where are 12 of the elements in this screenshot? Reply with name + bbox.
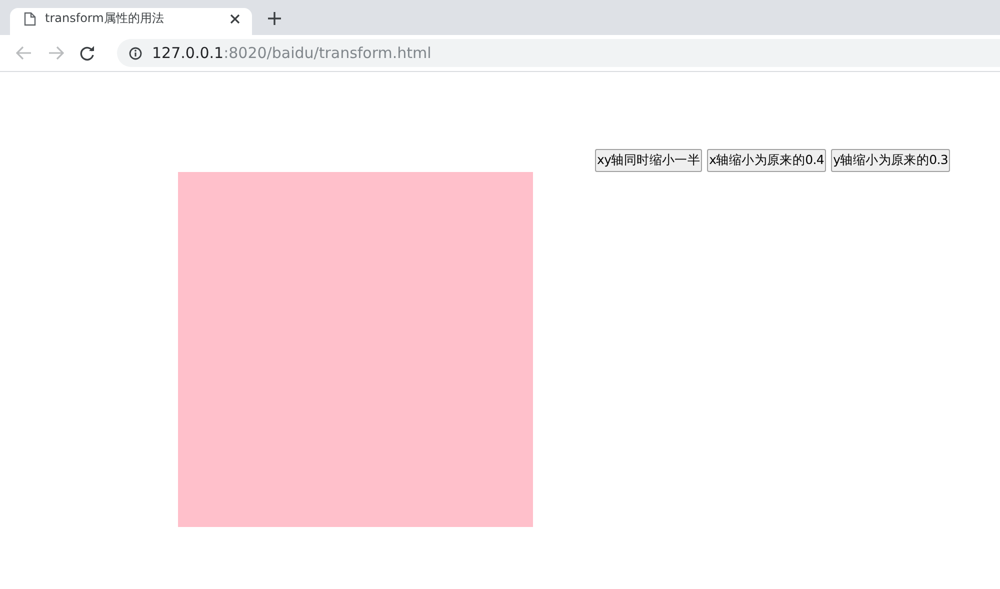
reload-icon[interactable] [80,46,95,60]
browser-tab[interactable]: transform属性的用法 [10,8,252,35]
info-icon [129,46,142,60]
url-text: 127.0.0.1:8020/baidu/transform.html [152,44,432,62]
scale-button[interactable]: xy轴同时缩小一半 [595,149,702,172]
address-bar[interactable]: 127.0.0.1:8020/baidu/transform.html [117,39,1000,67]
scale-button[interactable]: x轴缩小为原来的0.4 [707,149,826,172]
tab-title: transform属性的用法 [45,10,165,27]
new-tab-icon[interactable] [268,12,281,25]
close-icon[interactable] [230,14,240,24]
scale-button[interactable]: y轴缩小为原来的0.3 [831,149,950,172]
document-icon [24,12,36,26]
